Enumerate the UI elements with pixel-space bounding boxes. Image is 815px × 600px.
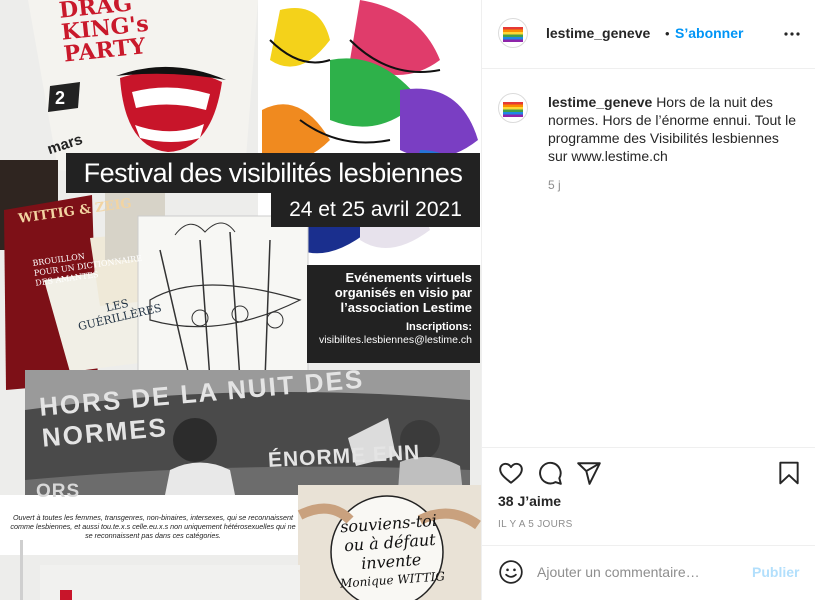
follow-button[interactable]: S’abonner xyxy=(675,25,743,41)
poster-drag-king-title: DRAG KING's PARTY xyxy=(58,0,152,68)
comment-input[interactable] xyxy=(537,560,737,584)
poster-handwritten-quote: souviens-toi ou à défaut invente Monique… xyxy=(335,510,446,593)
caption-text: lestime_geneve Hors de la nuit des norme… xyxy=(548,93,798,165)
action-bar xyxy=(482,447,815,497)
poster-event-line-2: organisés en visio par xyxy=(334,285,472,300)
rainbow-logo-icon xyxy=(503,102,523,117)
more-options-icon[interactable] xyxy=(782,26,802,42)
share-icon[interactable] xyxy=(576,460,602,486)
post-date[interactable]: IL Y A 5 JOURS xyxy=(498,519,573,530)
caption-section: lestime_geneve Hors de la nuit des norme… xyxy=(482,69,815,447)
publish-button[interactable]: Publier xyxy=(752,564,799,580)
bookmark-icon[interactable] xyxy=(776,460,802,486)
poster-event-line-3: l’association Lestime xyxy=(340,300,473,315)
svg-text:2: 2 xyxy=(55,88,65,108)
poster-registration-label: Inscriptions: xyxy=(405,321,472,333)
poster-event-line-1: Evénements virtuels xyxy=(345,270,472,285)
poster-festival-dates: 24 et 25 avril 2021 xyxy=(271,193,480,227)
protest-banner-text-3: ORS xyxy=(36,481,81,502)
comment-icon[interactable] xyxy=(537,460,563,486)
post-image[interactable]: 2 DRAG KING's PARTY mars WITTIG & ZEIG B… xyxy=(0,0,481,600)
post-sidebar: lestime_geneve • S’abonner lestime_genev… xyxy=(481,0,815,600)
separator-dot: • xyxy=(665,26,670,41)
poster-event-info: Evénements virtuels organisés en visio p… xyxy=(307,265,480,363)
rainbow-logo-icon xyxy=(503,27,523,42)
caption-username[interactable]: lestime_geneve xyxy=(548,94,652,110)
header-username[interactable]: lestime_geneve xyxy=(546,25,650,41)
heart-icon[interactable] xyxy=(498,460,524,486)
instagram-post: 2 DRAG KING's PARTY mars WITTIG & ZEIG B… xyxy=(0,0,815,600)
avatar[interactable] xyxy=(498,18,528,48)
caption-avatar[interactable] xyxy=(498,93,528,123)
likes-count[interactable]: 38 J’aime xyxy=(498,493,561,509)
comment-bar: Publier xyxy=(482,545,815,600)
emoji-icon[interactable] xyxy=(498,559,524,585)
poster-registration-email: visibilites.lesbiennes@lestime.ch xyxy=(318,334,472,346)
caption-timestamp[interactable]: 5 j xyxy=(548,178,561,192)
poster-footer-note: Ouvert à toutes les femmes, transgenres,… xyxy=(10,513,296,540)
poster-festival-title: Festival des visibilités lesbiennes xyxy=(66,153,480,193)
post-header: lestime_geneve • S’abonner xyxy=(482,0,815,69)
